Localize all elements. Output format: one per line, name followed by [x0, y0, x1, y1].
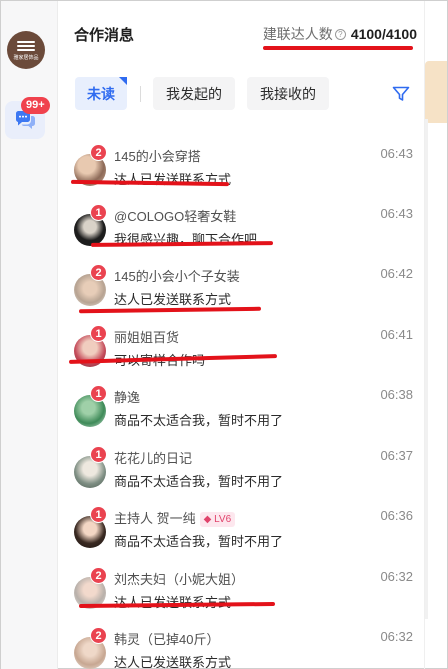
- message-preview: 达人已发送联系方式: [114, 655, 232, 669]
- contact-name: 145的小会小个子女装: [114, 269, 240, 284]
- message-preview: 达人已发送联系方式: [114, 292, 232, 307]
- unread-count-badge: 2: [90, 144, 107, 161]
- tab-active-corner-icon: [119, 77, 127, 85]
- tab-received-by-me[interactable]: 我接收的: [247, 77, 329, 110]
- contact-quota: 建联达人数 ? 4100/4100: [263, 24, 417, 44]
- message-preview: 商品不太适合我，暂时不用了: [114, 534, 284, 549]
- conversation-row[interactable]: 2 刘杰夫妇（小妮大姐） 06:32 达人已发送联系方式: [59, 562, 427, 622]
- filter-icon[interactable]: [391, 84, 411, 104]
- conversation-row[interactable]: 1 静逸 06:38 商品不太适合我，暂时不用了: [59, 380, 427, 440]
- message-time: 06:32: [380, 629, 413, 644]
- unread-count-badge: 1: [90, 385, 107, 402]
- conversation-row[interactable]: 1 丽姐姐百货 06:41 可以寄样合作吗: [59, 320, 427, 380]
- filter-tabs: 未读 我发起的 我接收的: [59, 77, 427, 111]
- level-badge: ◆ LV6: [199, 512, 236, 527]
- contact-name: 花花儿的日记: [114, 451, 193, 466]
- message-time: 06:38: [380, 387, 413, 402]
- tab-unread[interactable]: 未读: [75, 77, 127, 110]
- message-time: 06:43: [380, 146, 413, 161]
- contact-name: 刘杰夫妇（小妮大姐）: [114, 572, 245, 587]
- conversation-row[interactable]: 1 @COLOGO轻奢女鞋 06:43 我很感兴趣，聊下合作吧: [59, 199, 427, 259]
- side-panel-tab[interactable]: [425, 61, 447, 123]
- conversation-row[interactable]: 1 花花儿的日记 06:37 商品不太适合我，暂时不用了: [59, 441, 427, 501]
- level-text: LV6: [214, 514, 232, 525]
- conversation-row[interactable]: 2 145的小会穿搭 06:43 达人已发送联系方式: [59, 139, 427, 199]
- contact-name: 静逸: [114, 390, 141, 405]
- quota-label: 建联达人数: [262, 26, 333, 42]
- left-rail: 雅家居饰品 99+: [1, 1, 58, 669]
- tab-divider: [140, 86, 141, 102]
- tab-initiated-by-me[interactable]: 我发起的: [153, 77, 235, 110]
- message-time: 06:43: [380, 206, 413, 221]
- contact-name: 韩灵（已掉40斤）: [114, 632, 220, 647]
- annotation-underline-quota: [263, 46, 413, 50]
- shop-logo-text: 雅家居饰品: [13, 55, 39, 61]
- tab-unread-label: 未读: [87, 85, 115, 102]
- quota-value: 4100/4100: [350, 26, 417, 42]
- diamond-icon: ◆: [203, 514, 212, 525]
- message-time: 06:37: [380, 448, 413, 463]
- app-window: 雅家居饰品 99+ 合作消息 建联达人数 ? 4100/4100 未读 我发起的…: [0, 0, 448, 669]
- message-time: 06:32: [380, 569, 413, 584]
- message-preview: 达人已发送联系方式: [114, 592, 231, 611]
- header: 合作消息 建联达人数 ? 4100/4100: [59, 1, 427, 63]
- unread-count-badge: 2: [90, 264, 107, 281]
- message-preview: 商品不太适合我，暂时不用了: [114, 474, 284, 489]
- message-time: 06:42: [380, 266, 413, 281]
- shop-logo[interactable]: 雅家居饰品: [7, 31, 45, 69]
- contact-name: 145的小会穿搭: [114, 149, 201, 164]
- conversation-row[interactable]: 2 韩灵（已掉40斤） 06:32 达人已发送联系方式: [59, 622, 427, 669]
- contact-name: 丽姐姐百货: [114, 330, 180, 345]
- unread-count-badge: 1: [90, 506, 107, 523]
- tab-received-label: 我接收的: [260, 85, 316, 102]
- unread-count-badge: 1: [90, 446, 107, 463]
- message-time: 06:41: [380, 327, 413, 342]
- contact-name-text: 主持人 贺一纯: [114, 511, 196, 526]
- info-icon[interactable]: ?: [334, 28, 346, 40]
- unread-count-badge: 1: [90, 325, 107, 342]
- messages-unread-badge: 99+: [21, 97, 50, 114]
- message-time: 06:36: [380, 508, 413, 523]
- logo-mark-icon: [17, 39, 35, 51]
- conversation-row[interactable]: 1 主持人 贺一纯 ◆ LV6 06:36 商品不太适合我，暂时不用了: [59, 501, 427, 561]
- unread-count-badge: 1: [90, 204, 107, 221]
- contact-name: @COLOGO轻奢女鞋: [114, 209, 237, 224]
- unread-count-badge: 2: [90, 627, 107, 644]
- page-title: 合作消息: [74, 27, 135, 44]
- tab-initiated-label: 我发起的: [166, 85, 222, 102]
- contact-name: 主持人 贺一纯 ◆ LV6: [114, 508, 236, 527]
- message-preview: 商品不太适合我，暂时不用了: [114, 413, 284, 428]
- unread-count-badge: 2: [90, 567, 107, 584]
